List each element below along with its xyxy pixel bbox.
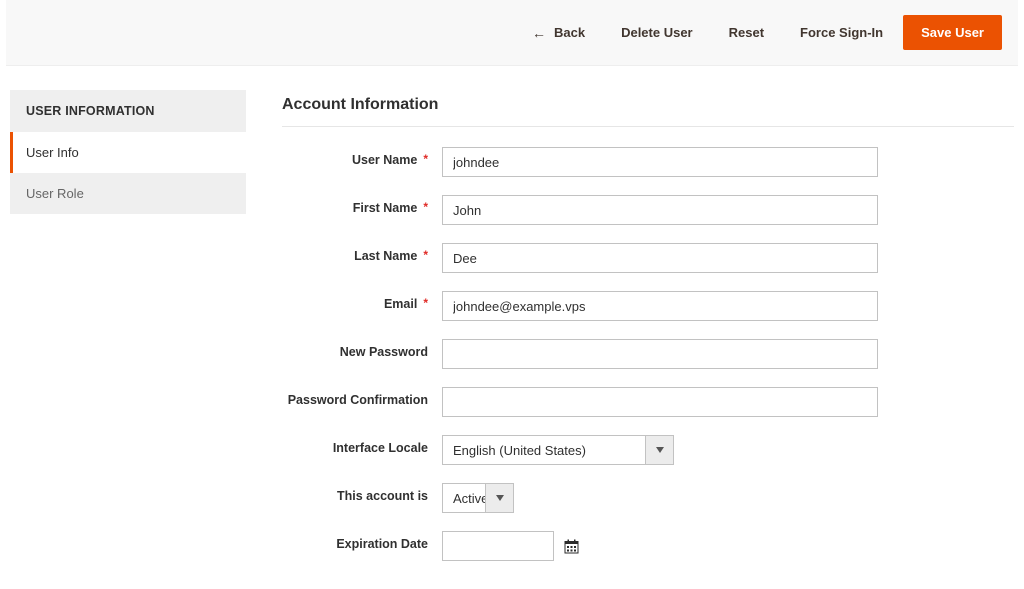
row-pwconfirm: Password Confirmation <box>282 387 1014 417</box>
label-firstname: First Name* <box>282 195 428 217</box>
required-star-icon: * <box>423 152 428 166</box>
sidebar-item-user-info[interactable]: User Info <box>10 132 246 173</box>
row-email: Email* <box>282 291 1014 321</box>
row-newpassword: New Password <box>282 339 1014 369</box>
username-field[interactable] <box>442 147 878 177</box>
email-field[interactable] <box>442 291 878 321</box>
label-pwconfirm: Password Confirmation <box>282 387 428 409</box>
required-star-icon: * <box>423 248 428 262</box>
back-button-label: Back <box>554 25 585 40</box>
label-lastname: Last Name* <box>282 243 428 265</box>
lastname-field[interactable] <box>442 243 878 273</box>
interface-locale-select[interactable]: English (United States) <box>442 435 674 465</box>
reset-button[interactable]: Reset <box>713 15 780 50</box>
calendar-icon[interactable] <box>564 539 579 554</box>
chevron-down-icon <box>645 436 673 464</box>
page-actions-bar: ← Back Delete User Reset Force Sign-In S… <box>6 0 1018 66</box>
row-expiration: Expiration Date <box>282 531 1014 561</box>
sidebar-item-label: User Info <box>26 145 79 160</box>
account-status-select[interactable]: Active <box>442 483 514 513</box>
main-panel: Account Information User Name* First Nam… <box>282 90 1014 579</box>
label-username: User Name* <box>282 147 428 169</box>
label-newpassword: New Password <box>282 339 428 361</box>
label-account-status: This account is <box>282 483 428 505</box>
back-button[interactable]: ← Back <box>516 15 601 51</box>
password-confirmation-field[interactable] <box>442 387 878 417</box>
sidebar-item-label: User Role <box>26 186 84 201</box>
sidebar-header: USER INFORMATION <box>10 90 246 132</box>
arrow-left-icon: ← <box>532 25 546 41</box>
new-password-field[interactable] <box>442 339 878 369</box>
row-username: User Name* <box>282 147 1014 177</box>
reset-label: Reset <box>729 25 764 40</box>
expiration-date-field[interactable] <box>442 531 554 561</box>
sidebar: USER INFORMATION User Info User Role <box>10 90 246 214</box>
save-user-label: Save User <box>921 25 984 40</box>
row-locale: Interface Locale English (United States) <box>282 435 1014 465</box>
row-lastname: Last Name* <box>282 243 1014 273</box>
force-signin-label: Force Sign-In <box>800 25 883 40</box>
label-locale: Interface Locale <box>282 435 428 457</box>
content-layout: USER INFORMATION User Info User Role Acc… <box>0 70 1024 589</box>
save-user-button[interactable]: Save User <box>903 15 1002 50</box>
delete-user-button[interactable]: Delete User <box>605 15 709 50</box>
section-title: Account Information <box>282 96 1014 127</box>
interface-locale-value: English (United States) <box>443 436 645 464</box>
firstname-field[interactable] <box>442 195 878 225</box>
sidebar-item-user-role[interactable]: User Role <box>10 173 246 214</box>
required-star-icon: * <box>423 200 428 214</box>
force-signin-button[interactable]: Force Sign-In <box>784 15 899 50</box>
delete-user-label: Delete User <box>621 25 693 40</box>
label-expiration: Expiration Date <box>282 531 428 553</box>
row-account-status: This account is Active <box>282 483 1014 513</box>
account-status-value: Active <box>443 484 485 512</box>
label-email: Email* <box>282 291 428 313</box>
required-star-icon: * <box>423 296 428 310</box>
chevron-down-icon <box>485 484 513 512</box>
row-firstname: First Name* <box>282 195 1014 225</box>
